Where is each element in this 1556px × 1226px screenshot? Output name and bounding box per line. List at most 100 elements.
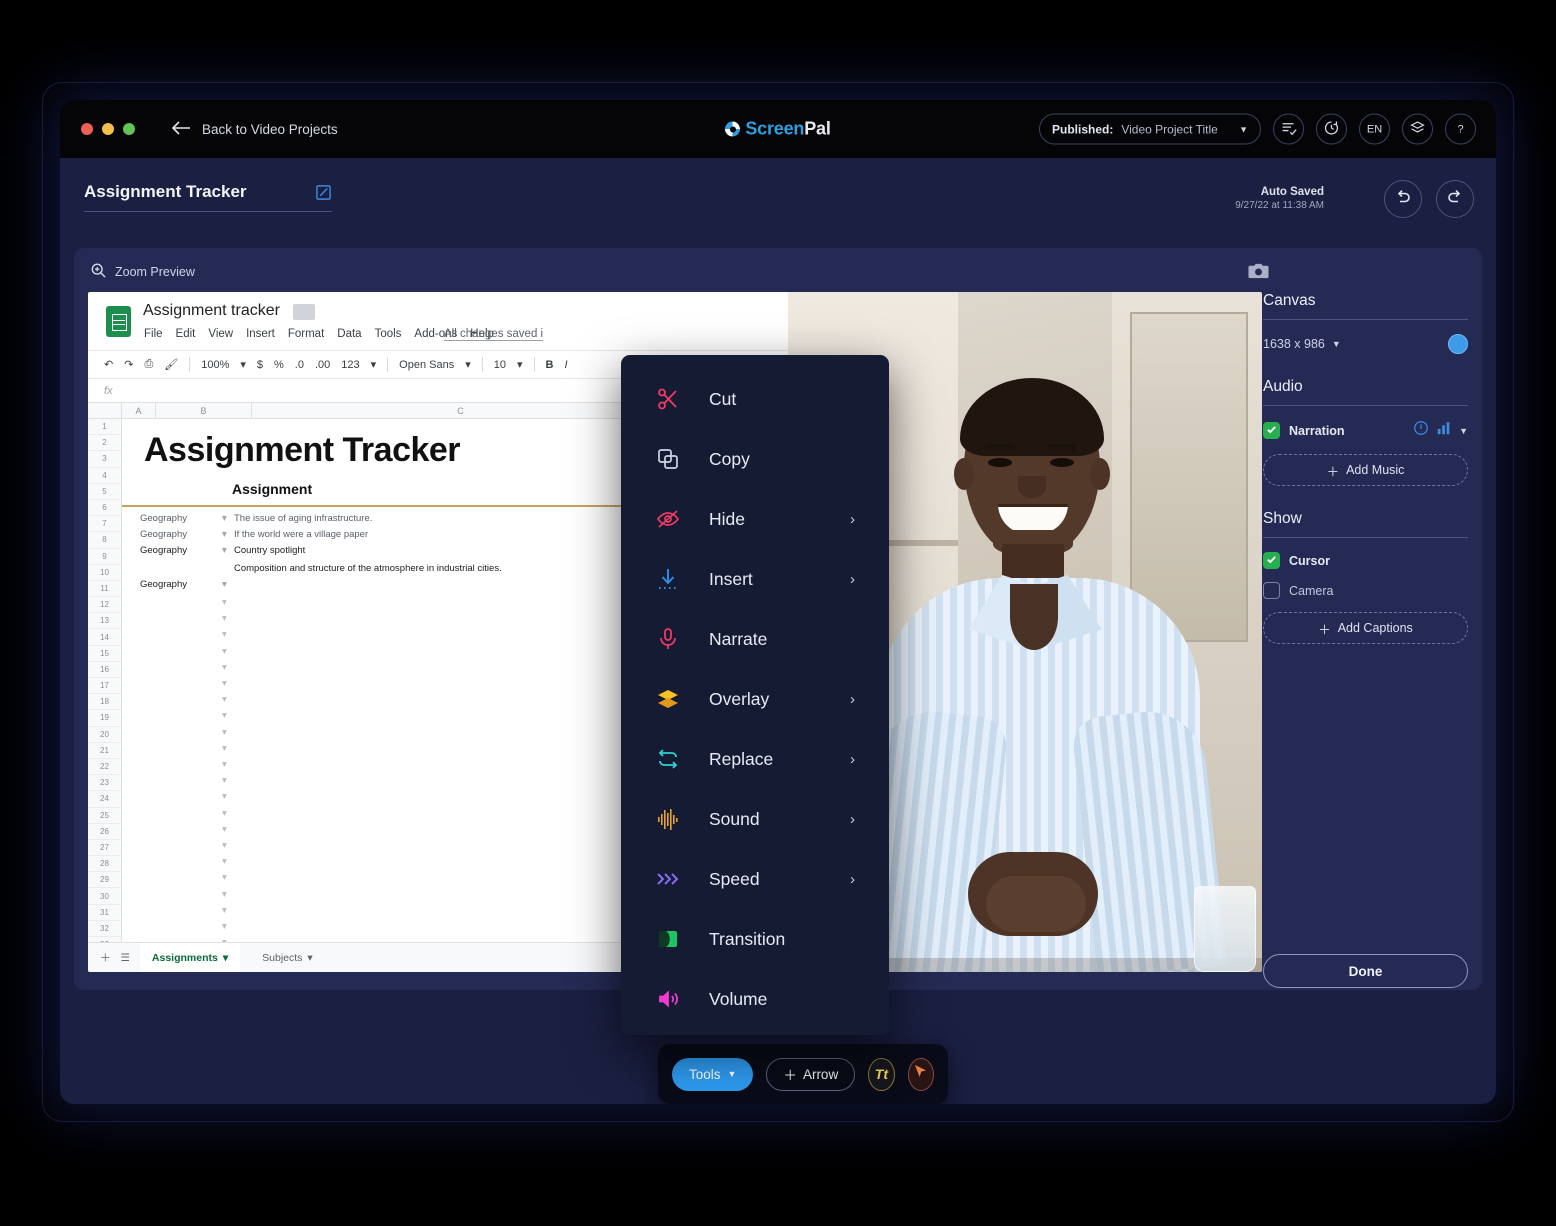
row-number[interactable]: 3 bbox=[88, 451, 121, 468]
minimize-window-button[interactable] bbox=[102, 123, 114, 135]
sheet-tab-assignments[interactable]: Assignments ▾ bbox=[139, 943, 241, 972]
sheet-undo-icon[interactable]: ↶ bbox=[104, 358, 113, 371]
canvas-background-color-swatch[interactable] bbox=[1448, 334, 1468, 354]
row-number[interactable]: 20 bbox=[88, 727, 121, 743]
language-button[interactable]: EN bbox=[1359, 113, 1390, 145]
menu-data[interactable]: Data bbox=[337, 328, 361, 340]
menu-tools[interactable]: Tools bbox=[375, 328, 402, 340]
row-number[interactable]: 8 bbox=[88, 532, 121, 549]
row-number[interactable]: 31 bbox=[88, 905, 121, 921]
checklist-button[interactable] bbox=[1273, 113, 1304, 145]
sheet-decimal-inc-button[interactable]: .00 bbox=[315, 359, 330, 371]
col-header-a[interactable]: A bbox=[122, 403, 156, 418]
snapshot-camera-button[interactable] bbox=[1248, 262, 1269, 280]
sheet-zoom-value[interactable]: 100% bbox=[201, 359, 229, 371]
history-button[interactable] bbox=[1316, 113, 1347, 145]
maximize-window-button[interactable] bbox=[123, 123, 135, 135]
context-menu-item-hide[interactable]: Hide › bbox=[621, 489, 889, 549]
sheet-paint-icon[interactable]: 🖌 bbox=[164, 358, 178, 371]
row-number[interactable]: 5 bbox=[88, 484, 121, 500]
row-number[interactable]: 22 bbox=[88, 759, 121, 776]
audio-levels-icon[interactable] bbox=[1436, 420, 1452, 441]
row-number[interactable]: 12 bbox=[88, 597, 121, 614]
row-number[interactable]: 18 bbox=[88, 694, 121, 711]
help-button[interactable]: ? bbox=[1445, 113, 1476, 145]
cursor-checkbox[interactable] bbox=[1263, 552, 1280, 569]
done-button[interactable]: Done bbox=[1263, 954, 1468, 988]
row-number[interactable]: 6 bbox=[88, 500, 121, 517]
project-status-dropdown[interactable]: Published: Video Project Title ▼ bbox=[1039, 113, 1261, 145]
context-menu-item-sound[interactable]: Sound › bbox=[621, 789, 889, 849]
context-menu-item-cut[interactable]: Cut bbox=[621, 369, 889, 429]
add-arrow-button[interactable]: ＋ Arrow bbox=[766, 1057, 856, 1091]
context-menu-item-transition[interactable]: Transition bbox=[621, 909, 889, 969]
cursor-tool-button[interactable] bbox=[907, 1057, 934, 1091]
window-controls[interactable] bbox=[81, 123, 135, 135]
row-number[interactable]: 21 bbox=[88, 743, 121, 759]
sheet-percent-button[interactable]: % bbox=[274, 359, 284, 371]
row-number[interactable]: 17 bbox=[88, 678, 121, 695]
row-number[interactable]: 4 bbox=[88, 468, 121, 484]
sheet-bold-button[interactable]: B bbox=[546, 359, 554, 371]
context-menu-item-insert[interactable]: Insert › bbox=[621, 549, 889, 609]
row-number[interactable]: 23 bbox=[88, 775, 121, 792]
narration-checkbox[interactable] bbox=[1263, 422, 1280, 439]
context-menu-item-speed[interactable]: Speed › bbox=[621, 849, 889, 909]
all-sheets-button[interactable]: ☰ bbox=[121, 952, 130, 964]
back-to-video-projects-button[interactable]: Back to Video Projects bbox=[171, 120, 338, 139]
menu-format[interactable]: Format bbox=[288, 328, 324, 340]
add-music-button[interactable]: ＋ Add Music bbox=[1263, 454, 1468, 486]
row-number[interactable]: 13 bbox=[88, 613, 121, 630]
menu-view[interactable]: View bbox=[208, 328, 233, 340]
layers-button[interactable] bbox=[1402, 113, 1433, 145]
canvas-resolution-dropdown[interactable]: 1638 x 986 ▼ bbox=[1263, 337, 1341, 351]
col-header-b[interactable]: B bbox=[156, 403, 252, 418]
row-number[interactable]: 2 bbox=[88, 435, 121, 452]
row-number[interactable]: 14 bbox=[88, 629, 121, 646]
zoom-preview-button[interactable]: Zoom Preview bbox=[90, 262, 195, 282]
row-number[interactable]: 28 bbox=[88, 856, 121, 873]
row-number[interactable]: 25 bbox=[88, 808, 121, 824]
row-number[interactable]: 9 bbox=[88, 549, 121, 565]
context-menu-item-replace[interactable]: Replace › bbox=[621, 729, 889, 789]
alert-info-icon[interactable] bbox=[1413, 420, 1429, 441]
row-number[interactable]: 29 bbox=[88, 872, 121, 889]
text-tool-button[interactable]: Tt bbox=[868, 1057, 895, 1091]
row-number[interactable]: 27 bbox=[88, 840, 121, 857]
row-number[interactable]: 7 bbox=[88, 516, 121, 533]
row-number[interactable]: 1 bbox=[88, 419, 121, 436]
context-menu-item-volume[interactable]: Volume bbox=[621, 969, 889, 1029]
sheet-decimal-dec-button[interactable]: .0 bbox=[295, 359, 304, 371]
chevron-down-icon[interactable]: ▼ bbox=[1459, 426, 1468, 436]
sheet-currency-button[interactable]: $ bbox=[257, 359, 263, 371]
col-header-c[interactable]: C bbox=[252, 403, 670, 418]
row-number[interactable]: 16 bbox=[88, 662, 121, 678]
context-menu-item-copy[interactable]: Copy bbox=[621, 429, 889, 489]
sheet-redo-icon[interactable]: ↷ bbox=[124, 358, 133, 371]
add-captions-button[interactable]: ＋ Add Captions bbox=[1263, 612, 1468, 644]
menu-file[interactable]: File bbox=[144, 328, 163, 340]
row-number[interactable]: 11 bbox=[88, 581, 121, 598]
row-number[interactable]: 24 bbox=[88, 791, 121, 808]
sheet-font-size[interactable]: 10 bbox=[494, 359, 506, 371]
row-number[interactable]: 32 bbox=[88, 921, 121, 937]
close-window-button[interactable] bbox=[81, 123, 93, 135]
row-number[interactable]: 30 bbox=[88, 888, 121, 905]
project-title-field[interactable]: Assignment Tracker bbox=[84, 182, 332, 212]
add-sheet-button[interactable]: ＋ bbox=[100, 950, 111, 965]
sheet-tab-subjects[interactable]: Subjects ▾ bbox=[250, 952, 325, 964]
redo-button[interactable] bbox=[1436, 180, 1474, 218]
spreadsheet-menubar[interactable]: File Edit View Insert Format Data Tools … bbox=[144, 328, 494, 340]
menu-insert[interactable]: Insert bbox=[246, 328, 275, 340]
sheet-number-format-button[interactable]: 123 bbox=[341, 359, 359, 371]
clip-context-menu[interactable]: Cut Copy Hide › Insert › Narrate Overlay › Replac… bbox=[621, 355, 889, 1035]
sheet-italic-button[interactable]: I bbox=[564, 359, 567, 371]
row-number[interactable]: 19 bbox=[88, 710, 121, 727]
context-menu-item-narrate[interactable]: Narrate bbox=[621, 609, 889, 669]
context-menu-item-overlay[interactable]: Overlay › bbox=[621, 669, 889, 729]
undo-button[interactable] bbox=[1384, 180, 1422, 218]
tools-dropdown-button[interactable]: Tools ▼ bbox=[672, 1057, 754, 1091]
edit-title-button[interactable] bbox=[315, 184, 332, 201]
camera-checkbox[interactable] bbox=[1263, 582, 1280, 599]
sheet-print-icon[interactable]: ⎙ bbox=[144, 358, 153, 371]
